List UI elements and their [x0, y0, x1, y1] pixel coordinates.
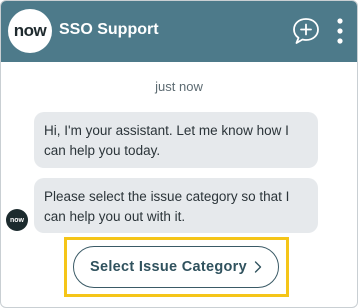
chat-plus-icon[interactable]: [291, 16, 321, 46]
chevron-right-icon: [254, 261, 262, 273]
bot-avatar: now: [6, 209, 28, 231]
chat-window: now SSO Support just now Hi, I'm your as…: [0, 0, 358, 308]
chat-title: SSO Support: [59, 21, 159, 38]
select-issue-category-button[interactable]: Select Issue Category: [73, 246, 279, 288]
bot-avatar-text: now: [10, 216, 24, 224]
bot-message: Hi, I'm your assistant. Let me know how …: [34, 112, 318, 168]
message-timestamp: just now: [155, 79, 203, 94]
brand-logo: now: [8, 9, 52, 53]
bot-message: Please select the issue category so that…: [34, 178, 318, 233]
select-issue-category-label: Select Issue Category: [89, 259, 247, 275]
chat-header: now SSO Support: [1, 1, 357, 62]
more-vertical-icon[interactable]: [336, 17, 344, 45]
logo-text: now: [13, 21, 47, 40]
